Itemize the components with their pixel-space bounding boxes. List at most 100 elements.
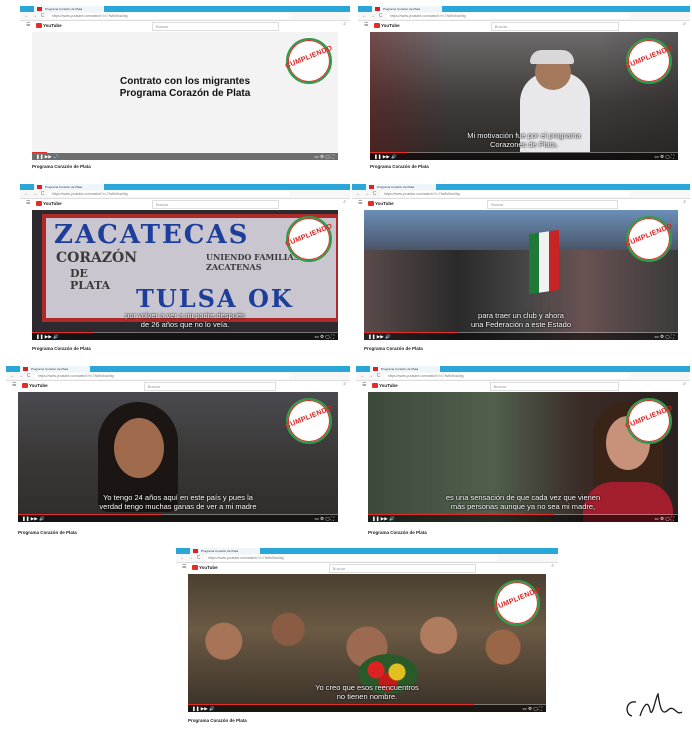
video-player[interactable]: Contrato con los migrantes Programa Cora…: [32, 32, 338, 160]
video-subtitle: por volver a ver a mi padre después de 2…: [32, 311, 338, 329]
video-player[interactable]: CUMPLIENDO para traer un club y ahora un…: [364, 210, 678, 340]
play-controls[interactable]: ❚❚ ▶▶ 🔊: [36, 333, 59, 340]
hamburger-menu-icon[interactable]: ☰: [182, 564, 186, 571]
search-placeholder: Buscar: [493, 384, 507, 389]
youtube-header: ☰ YouTube Buscar ⌕: [20, 21, 350, 31]
search-placeholder: Buscar: [147, 384, 161, 389]
address-bar[interactable]: https://www.youtube.com/watch?v=7hv8x5xa…: [380, 191, 630, 197]
url-text: https://www.youtube.com/watch?v=7hv8x5xa…: [390, 14, 466, 18]
nav-buttons[interactable]: ← → C: [360, 372, 381, 380]
search-icon[interactable]: ⌕: [683, 21, 686, 28]
screenshot-5: Programa Corazón de Plata ← → C https://…: [6, 366, 350, 536]
title-line-2: Programa Corazón de Plata: [119, 88, 251, 99]
search-icon[interactable]: ⌕: [343, 381, 346, 388]
hamburger-menu-icon[interactable]: ☰: [364, 22, 368, 29]
hamburger-menu-icon[interactable]: ☰: [362, 382, 366, 389]
search-placeholder: Buscar: [494, 24, 508, 29]
play-controls[interactable]: ❚❚ ▶▶ 🔊: [36, 153, 59, 160]
nav-buttons[interactable]: ← → C: [356, 190, 377, 198]
youtube-favicon-icon: [37, 185, 42, 189]
settings-controls[interactable]: ▭ ⚙ ▢ ⛶: [655, 515, 674, 522]
video-player[interactable]: CUMPLIENDO Yo tengo 24 años aquí en este…: [18, 392, 338, 522]
video-player[interactable]: ZACATECAS CORAZÓN UNIENDO FAMILIAS ZACAT…: [32, 210, 338, 340]
search-placeholder: Buscar: [156, 24, 169, 29]
nav-buttons[interactable]: ← → C: [10, 372, 31, 380]
nav-buttons[interactable]: ← → C: [362, 12, 383, 20]
search-icon[interactable]: ⌕: [551, 563, 554, 570]
screenshot-3: Programa Corazón de Plata ← → C https://…: [20, 184, 350, 351]
person-cap: [530, 50, 574, 64]
search-icon[interactable]: ⌕: [343, 199, 346, 206]
search-input[interactable]: Buscar: [152, 200, 280, 209]
play-controls[interactable]: ❚❚ ▶▶ 🔊: [374, 153, 397, 160]
badge-text: CUMPLIENDO: [284, 222, 334, 249]
search-icon[interactable]: ⌕: [683, 199, 686, 206]
youtube-label: YouTube: [29, 383, 48, 388]
youtube-logo-icon[interactable]: [36, 201, 42, 206]
video-player[interactable]: CUMPLIENDO Yo creo que esos reencuentros…: [188, 574, 546, 712]
search-icon[interactable]: ⌕: [683, 381, 686, 388]
hamburger-menu-icon[interactable]: ☰: [26, 200, 30, 207]
youtube-logo-icon[interactable]: [36, 23, 42, 28]
cumpliendo-badge: CUMPLIENDO: [625, 38, 674, 84]
settings-controls[interactable]: ▭ ⚙ ▢ ⛶: [523, 705, 542, 712]
youtube-logo-icon[interactable]: [374, 23, 380, 28]
settings-controls[interactable]: ▭ ⚙ ▢ ⛶: [315, 333, 334, 340]
address-bar[interactable]: https://www.youtube.com/watch?v=7hv8x5xa…: [386, 13, 630, 19]
address-bar[interactable]: https://www.youtube.com/watch?v=7hv8x5xa…: [34, 373, 290, 379]
settings-controls[interactable]: ▭ ⚙ ▢ ⛶: [315, 153, 334, 160]
nav-buttons[interactable]: ← → C: [24, 12, 45, 20]
youtube-label: YouTube: [199, 565, 218, 570]
youtube-header: ☰ YouTube Buscar ⌕: [6, 381, 350, 391]
nav-buttons[interactable]: ← → C: [180, 554, 201, 562]
address-bar[interactable]: https://www.youtube.com/watch?v=7hv8x5xa…: [48, 13, 290, 19]
play-controls[interactable]: ❚❚ ▶▶ 🔊: [22, 515, 45, 522]
badge-text: CUMPLIENDO: [624, 404, 674, 431]
search-input[interactable]: Buscar: [487, 200, 618, 209]
address-bar[interactable]: https://www.youtube.com/watch?v=7hv8x5xa…: [204, 555, 498, 561]
video-player[interactable]: CUMPLIENDO Mi motivación fue por el prog…: [370, 32, 678, 160]
url-text: https://www.youtube.com/watch?v=7hv8x5xa…: [208, 556, 284, 560]
youtube-logo-icon[interactable]: [372, 383, 378, 388]
hamburger-menu-icon[interactable]: ☰: [358, 200, 362, 207]
player-controls: ❚❚ ▶▶ 🔊 ▭ ⚙ ▢ ⛶: [364, 333, 678, 340]
youtube-favicon-icon: [373, 367, 378, 371]
youtube-favicon-icon: [375, 7, 380, 11]
subtitle-line-1: Yo tengo 24 años aquí en este país y pue…: [103, 493, 253, 502]
search-icon[interactable]: ⌕: [343, 21, 346, 28]
youtube-logo-icon[interactable]: [368, 201, 374, 206]
sign-zacatecas: ZACATECAS: [54, 220, 250, 250]
hamburger-menu-icon[interactable]: ☰: [12, 382, 16, 389]
search-input[interactable]: Buscar: [152, 22, 280, 31]
youtube-logo-icon[interactable]: [22, 383, 28, 388]
screenshot-1: Programa Corazón de Plata ← → C https://…: [20, 6, 350, 169]
badge-text: CUMPLIENDO: [624, 222, 674, 249]
play-controls[interactable]: ❚❚ ▶▶ 🔊: [192, 705, 215, 712]
subtitle-line-2: una Federación a este Estado: [470, 320, 572, 329]
play-controls[interactable]: ❚❚ ▶▶ 🔊: [368, 333, 391, 340]
youtube-header: ☰ YouTube Buscar ⌕: [352, 199, 690, 209]
play-controls[interactable]: ❚❚ ▶▶ 🔊: [372, 515, 395, 522]
search-input[interactable]: Buscar: [328, 564, 476, 573]
sign-uniendo: UNIENDO FAMILIAS ZACATENAS: [206, 252, 300, 272]
youtube-logo-icon[interactable]: [192, 565, 198, 570]
nav-buttons[interactable]: ← → C: [24, 190, 45, 198]
cumpliendo-badge: CUMPLIENDO: [284, 216, 334, 262]
search-input[interactable]: Buscar: [143, 382, 277, 391]
settings-controls[interactable]: ▭ ⚙ ▢ ⛶: [315, 515, 334, 522]
url-text: https://www.youtube.com/watch?v=7hv8x5xa…: [52, 14, 128, 18]
youtube-favicon-icon: [193, 549, 198, 553]
search-input[interactable]: Buscar: [489, 382, 619, 391]
search-input[interactable]: Buscar: [490, 22, 619, 31]
player-controls: ❚❚ ▶▶ 🔊 ▭ ⚙ ▢ ⛶: [18, 515, 338, 522]
video-subtitle: para traer un club y ahora una Federació…: [364, 311, 678, 329]
hamburger-menu-icon[interactable]: ☰: [26, 22, 30, 29]
settings-controls[interactable]: ▭ ⚙ ▢ ⛶: [655, 333, 674, 340]
settings-controls[interactable]: ▭ ⚙ ▢ ⛶: [655, 153, 674, 160]
address-bar[interactable]: https://www.youtube.com/watch?v=7hv8x5xa…: [48, 191, 290, 197]
video-player[interactable]: CUMPLIENDO es una sensación de que cada …: [368, 392, 678, 522]
video-caption: Programa Corazón de Plata: [32, 346, 91, 351]
screenshot-7: Programa Corazón de Plata ← → C https://…: [176, 548, 558, 724]
address-bar[interactable]: https://www.youtube.com/watch?v=7hv8x5xa…: [384, 373, 630, 379]
youtube-header: ☰ YouTube Buscar ⌕: [176, 563, 558, 573]
